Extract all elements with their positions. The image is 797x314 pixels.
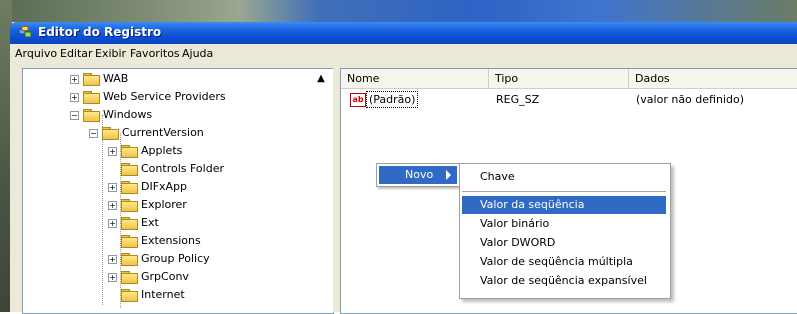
tree-item-label: CurrentVersion [122,126,204,139]
registry-tree[interactable]: + WAB + Web Service Providers − Windows … [22,68,334,314]
submenu-item-label: Valor de seqüência expansível [480,274,647,287]
tree-item-label: Internet [141,288,185,301]
tree-item-applets[interactable]: + Applets [23,143,333,161]
pane-splitter[interactable] [333,68,339,312]
menu-arquivo[interactable]: Arquivo [15,47,57,60]
menu-bar: Arquivo Editar Exibir Favoritos Ajuda [10,44,797,64]
tree-item-label: WAB [103,72,129,85]
folder-icon [121,199,138,212]
folder-icon [121,181,138,194]
folder-icon [121,271,138,284]
submenu-item-valor-binario[interactable]: Valor binário [462,215,666,233]
tree-item-internet[interactable]: Internet [23,287,333,305]
menu-exibir[interactable]: Exibir [95,47,126,60]
tree-item-label: Controls Folder [141,162,224,175]
list-item[interactable]: ab (Padrão) REG_SZ (valor não definido) [341,91,797,109]
context-menu-item-novo[interactable]: Novo [379,166,457,184]
submenu-item-label: Valor binário [480,217,550,230]
tree-item-label: Extensions [141,234,201,247]
tree-item-currentversion[interactable]: − CurrentVersion [23,125,333,143]
column-header-tipo[interactable]: Tipo [489,69,629,88]
collapse-icon[interactable]: − [89,129,98,138]
folder-icon [121,217,138,230]
expand-icon[interactable]: + [108,201,117,210]
submenu-item-label: Valor DWORD [480,236,556,249]
tree-item-web-service-providers[interactable]: + Web Service Providers [23,89,333,107]
menu-editar[interactable]: Editar [60,47,93,60]
submenu-arrow-icon [446,170,451,180]
collapse-icon[interactable]: − [70,111,79,120]
tree-item-label: Ext [141,216,159,229]
submenu-separator [462,191,666,192]
tree-item-label: Windows [103,108,153,121]
submenu-item-label: Valor da seqüência [480,198,585,211]
context-menu-label: Novo [405,168,434,181]
folder-icon [121,289,138,302]
menu-favoritos[interactable]: Favoritos [130,47,180,60]
value-name: (Padrão) [366,91,419,108]
value-data: (valor não definido) [636,93,744,106]
tree-item-wab[interactable]: + WAB [23,71,333,89]
window-title: Editor do Registro [38,25,162,39]
string-value-icon: ab [350,93,366,107]
tree-item-controls-folder[interactable]: Controls Folder [23,161,333,179]
tree-item-label: Applets [141,144,183,157]
expand-icon[interactable]: + [70,93,79,102]
tree-item-label: DIFxApp [141,180,188,193]
submenu-item-valor-sequencia-expansivel[interactable]: Valor de seqüência expansível [462,272,666,290]
tree-item-label: Group Policy [141,252,210,265]
column-header-dados[interactable]: Dados [629,69,797,88]
submenu-item-valor-dword[interactable]: Valor DWORD [462,234,666,252]
tree-item-ext[interactable]: + Ext [23,215,333,233]
folder-icon [83,91,100,104]
tree-item-extensions[interactable]: Extensions [23,233,333,251]
submenu-item-label: Valor de seqüência múltipla [480,255,633,268]
tree-item-grpconv[interactable]: + GrpConv [23,269,333,287]
tree-item-label: Web Service Providers [103,90,226,103]
scroll-up-arrow-icon[interactable]: ▲ [314,72,328,86]
column-header-nome[interactable]: Nome [341,69,489,88]
folder-icon [121,163,138,176]
expand-icon[interactable]: + [108,273,117,282]
folder-open-icon [102,127,119,140]
submenu-item-label: Chave [480,170,515,183]
tree-item-group-policy[interactable]: + Group Policy [23,251,333,269]
folder-icon [83,109,100,122]
value-type: REG_SZ [496,93,540,106]
submenu-item-valor-da-sequencia[interactable]: Valor da seqüência [462,196,666,214]
regedit-icon [18,26,32,38]
folder-icon [121,253,138,266]
expand-icon[interactable]: + [70,75,79,84]
tree-item-explorer[interactable]: + Explorer [23,197,333,215]
folder-icon [121,145,138,158]
folder-icon [121,235,138,248]
tree-item-windows[interactable]: − Windows [23,107,333,125]
expand-icon[interactable]: + [108,183,117,192]
title-bar[interactable]: Editor do Registro [10,22,797,44]
expand-icon[interactable]: + [108,255,117,264]
tree-item-label: GrpConv [141,270,189,283]
list-header: Nome Tipo Dados [341,69,797,89]
expand-icon[interactable]: + [108,219,117,228]
desktop-background [0,0,797,22]
tree-item-label: Explorer [141,198,187,211]
submenu-item-valor-sequencia-multipla[interactable]: Valor de seqüência múltipla [462,253,666,271]
folder-icon [83,73,100,86]
context-menu: Novo [376,163,462,187]
submenu-novo: Chave Valor da seqüência Valor binário V… [459,163,671,299]
submenu-item-chave[interactable]: Chave [462,168,666,186]
tree-item-difxapp[interactable]: + DIFxApp [23,179,333,197]
menu-ajuda[interactable]: Ajuda [182,47,213,60]
expand-icon[interactable]: + [108,147,117,156]
